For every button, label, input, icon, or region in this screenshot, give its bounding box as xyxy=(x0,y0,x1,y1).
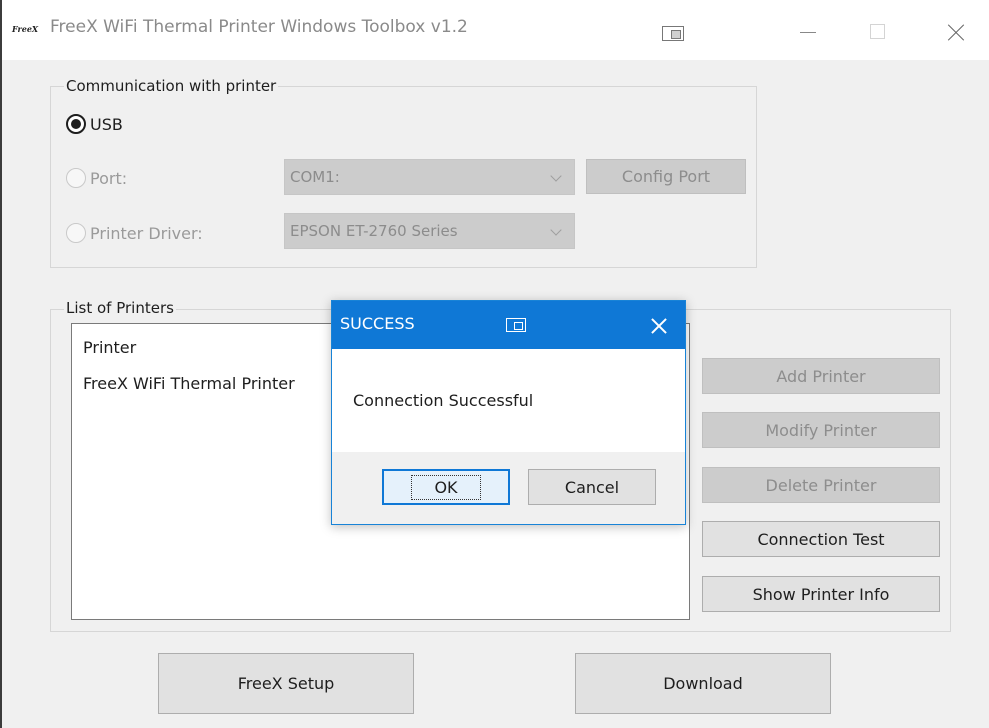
add-printer-button: Add Printer xyxy=(702,358,940,394)
port-select-value: COM1: xyxy=(290,168,340,186)
freex-setup-button[interactable]: FreeX Setup xyxy=(158,653,414,714)
snap-layout-icon[interactable] xyxy=(506,318,526,332)
list-item[interactable]: FreeX WiFi Thermal Printer xyxy=(83,374,295,393)
dialog-footer: OK Cancel xyxy=(332,452,685,524)
snap-layout-icon[interactable] xyxy=(662,26,684,41)
config-port-button: Config Port xyxy=(586,159,746,194)
dialog-title: SUCCESS xyxy=(340,314,415,333)
usb-radio-option[interactable]: USB xyxy=(66,112,123,136)
connection-test-button[interactable]: Connection Test xyxy=(702,521,940,557)
minimize-button[interactable] xyxy=(792,10,838,50)
communication-legend: Communication with printer xyxy=(64,77,279,95)
dialog-title-bar: SUCCESS xyxy=(332,301,685,349)
port-radio-label: Port: xyxy=(90,168,128,188)
show-printer-info-button[interactable]: Show Printer Info xyxy=(702,576,940,612)
driver-radio[interactable] xyxy=(66,223,86,243)
printers-legend: List of Printers xyxy=(64,299,176,317)
ok-button[interactable]: OK xyxy=(382,469,510,505)
app-logo: FreeX xyxy=(12,24,39,34)
driver-radio-option[interactable]: Printer Driver: xyxy=(66,221,203,245)
usb-radio[interactable] xyxy=(66,114,86,134)
dialog-message: Connection Successful xyxy=(353,391,534,410)
main-window: FreeX FreeX WiFi Thermal Printer Windows… xyxy=(0,0,989,728)
driver-select: EPSON ET-2760 Series xyxy=(284,213,575,249)
modify-printer-button: Modify Printer xyxy=(702,412,940,448)
port-select: COM1: xyxy=(284,159,575,195)
driver-radio-label: Printer Driver: xyxy=(90,223,203,243)
cancel-button[interactable]: Cancel xyxy=(528,469,656,505)
port-radio-option[interactable]: Port: xyxy=(66,166,127,190)
delete-printer-button: Delete Printer xyxy=(702,467,940,503)
download-button[interactable]: Download xyxy=(575,653,831,714)
chevron-down-icon xyxy=(550,170,562,182)
success-dialog: SUCCESS Connection Successful OK Cancel xyxy=(331,300,686,525)
chevron-down-icon xyxy=(550,224,562,236)
close-button[interactable] xyxy=(940,10,986,50)
list-item[interactable]: Printer xyxy=(83,338,136,357)
maximize-button xyxy=(864,10,910,50)
title-bar: FreeX FreeX WiFi Thermal Printer Windows… xyxy=(2,0,989,60)
port-radio[interactable] xyxy=(66,168,86,188)
window-title: FreeX WiFi Thermal Printer Windows Toolb… xyxy=(50,17,468,37)
ok-button-label: OK xyxy=(411,474,481,500)
dialog-close-icon[interactable] xyxy=(644,311,674,341)
usb-radio-label: USB xyxy=(90,114,123,134)
driver-select-value: EPSON ET-2760 Series xyxy=(290,222,458,240)
